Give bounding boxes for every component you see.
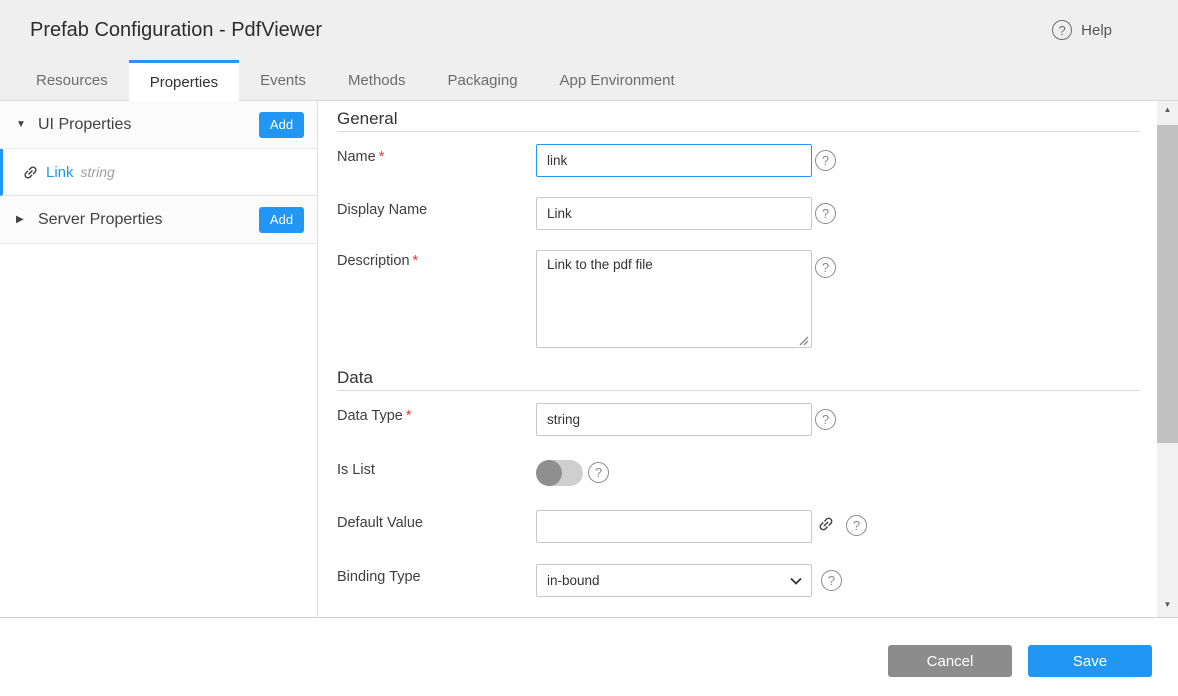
binding-type-label: Binding Type [337,569,421,585]
is-list-help-icon[interactable]: ? [588,462,609,483]
binding-type-help-icon[interactable]: ? [821,570,842,591]
help-button[interactable]: ? Help [1052,20,1112,40]
scroll-down-icon[interactable]: ▼ [1157,596,1178,613]
default-value-help-icon[interactable]: ? [846,515,867,536]
chevron-down-icon [789,574,803,588]
label-text: Data Type [337,408,403,424]
binding-type-select[interactable]: in-bound [536,564,812,597]
label-text: Default Value [337,515,423,531]
name-label: Name* [337,149,384,165]
cancel-button[interactable]: Cancel [888,645,1012,677]
section-heading-data: Data [337,368,1140,391]
data-type-input[interactable] [536,403,812,436]
required-marker: * [379,149,385,165]
property-item-name: Link [46,164,74,181]
prefab-configuration-dialog: Prefab Configuration - PdfViewer ? Help … [0,0,1178,696]
description-label: Description* [337,253,418,269]
label-text: Is List [337,462,375,478]
dialog-footer: Cancel Save [0,617,1178,696]
is-list-toggle[interactable] [536,460,583,486]
sidebar-item-link[interactable]: Link string [0,149,317,196]
sidebar-group-server-properties[interactable]: ▶ Server Properties Add [0,196,317,244]
required-marker: * [406,408,412,424]
tab-properties[interactable]: Properties [129,60,239,101]
display-name-input[interactable] [536,197,812,230]
name-input[interactable] [536,144,812,177]
display-name-label: Display Name [337,202,427,218]
tab-content: ▼ UI Properties Add Link string ▶ Server… [0,101,1178,617]
tab-packaging[interactable]: Packaging [426,60,538,100]
is-list-label: Is List [337,462,375,478]
property-item-type: string [81,164,115,180]
scroll-up-icon[interactable]: ▲ [1157,101,1178,118]
name-help-icon[interactable]: ? [815,150,836,171]
label-text: Binding Type [337,569,421,585]
help-icon: ? [1052,20,1072,40]
vertical-scrollbar[interactable]: ▲ ▼ [1157,101,1178,617]
sidebar-group-ui-properties[interactable]: ▼ UI Properties Add [0,101,317,149]
link-icon [18,160,42,184]
toggle-knob [536,460,562,486]
default-value-label: Default Value [337,515,423,531]
tab-app-environment[interactable]: App Environment [539,60,696,100]
property-form: General Name* ? Display Name ? Descripti… [318,101,1157,617]
caret-right-icon[interactable]: ▶ [16,214,38,225]
save-button[interactable]: Save [1028,645,1152,677]
required-marker: * [413,253,419,269]
data-type-help-icon[interactable]: ? [815,409,836,430]
label-text: Description [337,253,410,269]
default-value-input[interactable] [536,510,812,543]
selected-option: in-bound [547,573,600,588]
data-type-label: Data Type* [337,408,412,424]
tab-resources[interactable]: Resources [15,60,129,100]
properties-sidebar: ▼ UI Properties Add Link string ▶ Server… [0,101,318,617]
bind-link-icon[interactable] [813,511,838,536]
display-name-help-icon[interactable]: ? [815,203,836,224]
tab-bar: Resources Properties Events Methods Pack… [0,60,1178,101]
add-server-property-button[interactable]: Add [259,207,304,233]
tab-events[interactable]: Events [239,60,327,100]
description-help-icon[interactable]: ? [815,257,836,278]
scrollbar-thumb[interactable] [1157,125,1178,443]
resize-grip-icon[interactable] [797,334,809,346]
description-textarea[interactable]: Link to the pdf file [536,250,812,348]
label-text: Name [337,149,376,165]
page-title: Prefab Configuration - PdfViewer [30,19,322,42]
help-label: Help [1081,22,1112,39]
tab-methods[interactable]: Methods [327,60,427,100]
add-ui-property-button[interactable]: Add [259,112,304,138]
dialog-header: Prefab Configuration - PdfViewer ? Help [0,0,1178,60]
label-text: Display Name [337,202,427,218]
group-label: Server Properties [38,211,259,229]
group-label: UI Properties [38,116,259,134]
section-heading-general: General [337,109,1140,132]
caret-down-icon[interactable]: ▼ [16,119,38,130]
